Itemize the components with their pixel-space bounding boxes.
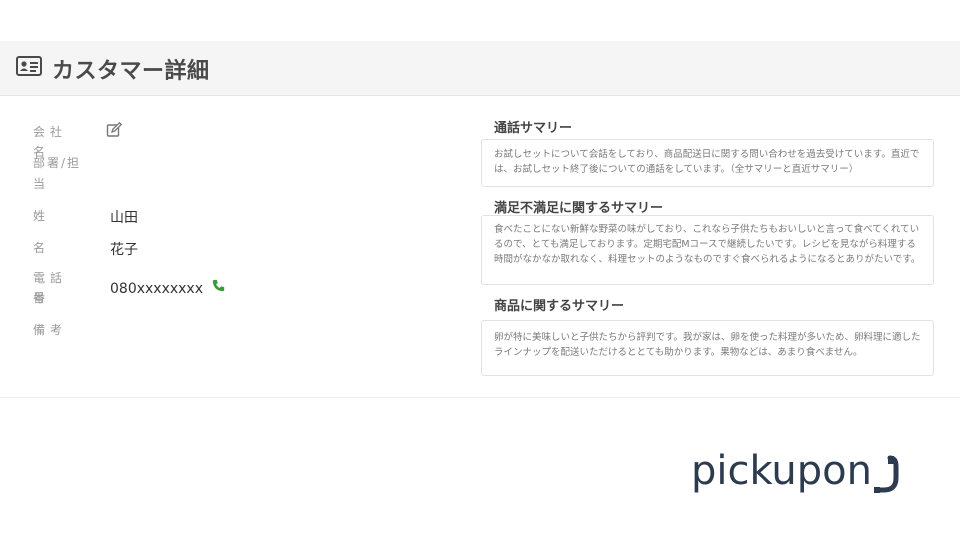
department-label-cont: 当 bbox=[33, 177, 51, 191]
satisfaction-summary-text: 食べたことにない新鮮な野菜の味がしており、これなら子供たちもおいしいと言って食べ… bbox=[494, 224, 921, 265]
edit-icon[interactable] bbox=[106, 122, 122, 138]
product-summary-text: 卵が特に美味しいと子供たちから評判です。我が家は、卵を使った料理が多いため、卵料… bbox=[494, 332, 921, 358]
call-summary-box: お試しセットについて会話をしており、商品配送日に関する問い合わせを過去受けていま… bbox=[481, 139, 934, 187]
page-header: カスタマー詳細 bbox=[0, 41, 960, 96]
phone-label-cont: 号 bbox=[33, 291, 51, 305]
phone-handset-logo-icon bbox=[874, 455, 899, 493]
last-name-label: 姓 bbox=[33, 209, 51, 223]
divider bbox=[0, 397, 960, 398]
first-name-value: 花子 bbox=[110, 242, 138, 258]
product-summary-title: 商品に関するサマリー bbox=[494, 299, 625, 314]
page-title: カスタマー詳細 bbox=[52, 59, 210, 84]
last-name-value: 山田 bbox=[110, 210, 138, 226]
call-summary-title: 通話サマリー bbox=[494, 121, 573, 136]
phone-value: 080xxxxxxxx bbox=[110, 281, 204, 297]
notes-label: 備考 bbox=[33, 323, 68, 337]
first-name-label: 名 bbox=[33, 241, 51, 255]
satisfaction-summary-title: 満足不満足に関するサマリー bbox=[494, 201, 664, 216]
department-label: 部署/担 bbox=[33, 156, 82, 170]
satisfaction-summary-box: 食べたことにない新鮮な野菜の味がしており、これなら子供たちもおいしいと言って食べ… bbox=[481, 215, 934, 285]
call-summary-text: お試しセットについて会話をしており、商品配送日に関する問い合わせを過去受けていま… bbox=[494, 149, 920, 175]
id-card-icon bbox=[16, 56, 42, 76]
phone-icon[interactable] bbox=[212, 279, 225, 292]
product-summary-box: 卵が特に美味しいと子供たちから評判です。我が家は、卵を使った料理が多いため、卵料… bbox=[481, 320, 934, 376]
brand-logo: pickupon bbox=[691, 448, 872, 494]
